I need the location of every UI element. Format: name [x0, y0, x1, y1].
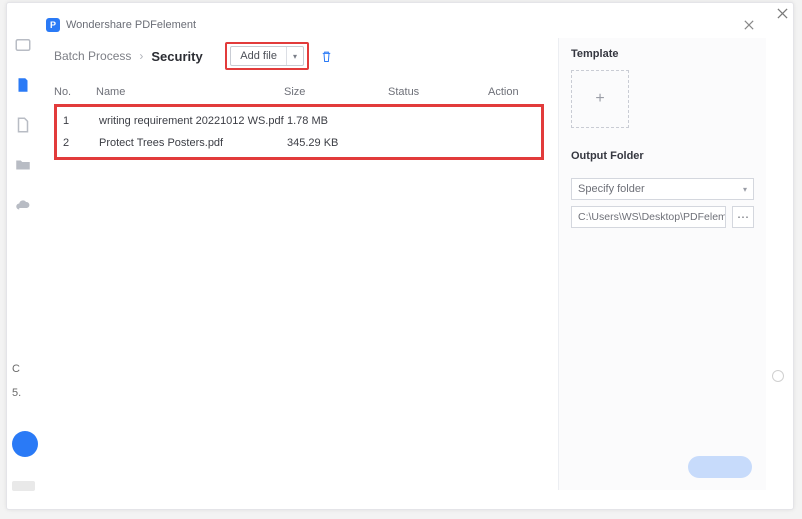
col-name: Name: [96, 86, 284, 98]
browse-button[interactable]: ⋯: [732, 206, 754, 228]
chevron-down-icon[interactable]: ▾: [287, 52, 303, 61]
modal-body: Batch Process › Security Add file ▾ No. …: [38, 38, 766, 490]
rail-icon-1[interactable]: [14, 36, 32, 54]
output-path-text: C:\Users\WS\Desktop\PDFelement\Sec: [578, 211, 726, 223]
cell-no: 2: [57, 137, 99, 149]
rail-icon-doc[interactable]: [14, 76, 32, 94]
breadcrumb-root[interactable]: Batch Process: [54, 49, 131, 63]
modal-close-button[interactable]: [740, 18, 758, 33]
apply-button[interactable]: [688, 456, 752, 478]
add-file-button[interactable]: Add file ▾: [230, 46, 304, 66]
col-no: No.: [54, 86, 96, 98]
right-dot-icon: [772, 370, 784, 382]
table-header: No. Name Size Status Action: [54, 82, 544, 102]
side-panel: Template + Output Folder Specify folder …: [558, 38, 766, 490]
chevron-down-icon: ▾: [743, 185, 747, 194]
cell-size: 345.29 KB: [287, 137, 391, 149]
left-bar: [12, 481, 35, 491]
rail-icon-folder[interactable]: [14, 156, 32, 174]
specify-folder-label: Specify folder: [578, 183, 645, 195]
add-file-label: Add file: [231, 47, 287, 65]
add-file-highlight: Add file ▾: [225, 42, 309, 70]
specify-folder-select[interactable]: Specify folder ▾: [571, 178, 754, 200]
chevron-right-icon: ›: [139, 49, 143, 63]
left-fragment-n: 5.: [12, 387, 21, 399]
cell-name: writing requirement 20221012 WS.pdf: [99, 115, 287, 127]
output-folder-title: Output Folder: [571, 150, 754, 162]
table-row[interactable]: 1 writing requirement 20221012 WS.pdf 1.…: [57, 110, 541, 132]
app-logo-icon: P: [46, 18, 60, 32]
ellipsis-icon: ⋯: [737, 210, 749, 224]
left-pill: [12, 431, 38, 457]
template-title: Template: [571, 48, 754, 60]
modal-titlebar: P Wondershare PDFelement: [38, 14, 766, 36]
col-action: Action: [488, 86, 544, 98]
left-rail: [10, 36, 36, 214]
col-size: Size: [284, 86, 388, 98]
trash-icon[interactable]: [319, 49, 334, 64]
col-status: Status: [388, 86, 488, 98]
table-row[interactable]: 2 Protect Trees Posters.pdf 345.29 KB: [57, 132, 541, 154]
cell-size: 1.78 MB: [287, 115, 391, 127]
rows-highlight: 1 writing requirement 20221012 WS.pdf 1.…: [54, 104, 544, 160]
cell-no: 1: [57, 115, 99, 127]
cell-name: Protect Trees Posters.pdf: [99, 137, 287, 149]
breadcrumb-current: Security: [151, 49, 202, 64]
toolbar: Add file ▾: [225, 42, 334, 70]
add-template-button[interactable]: +: [571, 70, 629, 128]
output-path-field[interactable]: C:\Users\WS\Desktop\PDFelement\Sec: [571, 206, 726, 228]
rail-icon-file[interactable]: [14, 116, 32, 134]
left-fragment-c: C: [12, 363, 20, 375]
rail-icon-cloud[interactable]: [14, 196, 32, 214]
main-column: Batch Process › Security Add file ▾ No. …: [38, 38, 558, 490]
outer-close-button[interactable]: [768, 2, 796, 24]
app-title: Wondershare PDFelement: [66, 19, 196, 31]
plus-icon: +: [595, 90, 604, 108]
